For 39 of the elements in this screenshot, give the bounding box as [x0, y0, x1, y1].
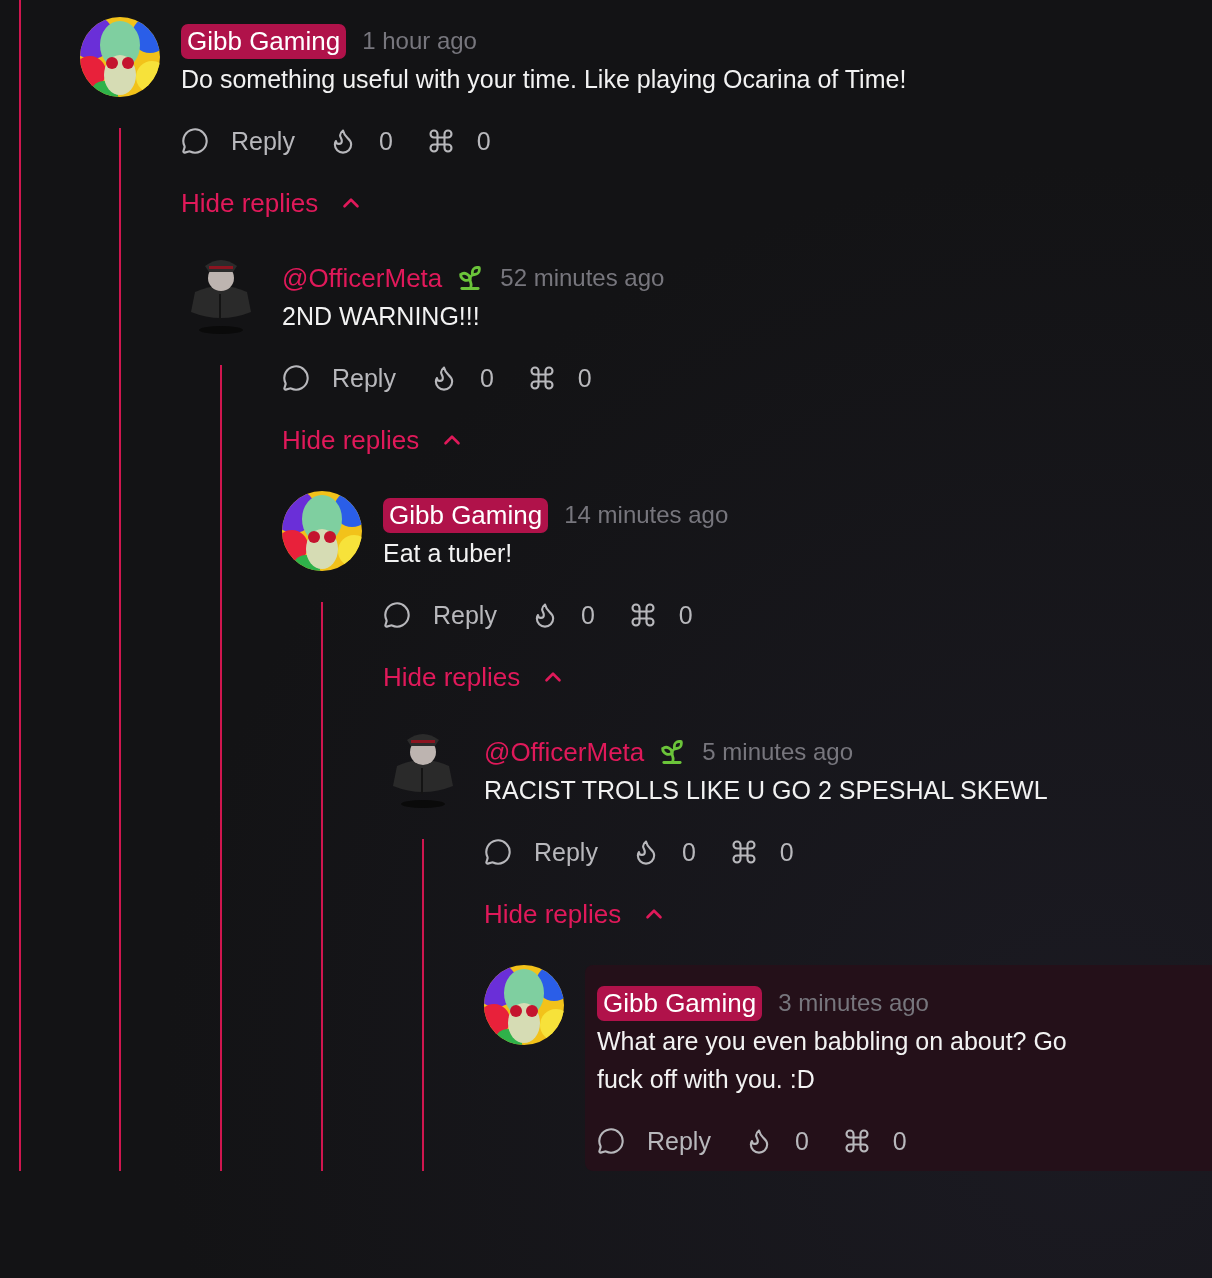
flame-count: 0 [479, 363, 494, 393]
reply-button[interactable]: Reply [484, 837, 598, 867]
speech-bubble-icon[interactable] [282, 364, 310, 392]
hide-replies-toggle[interactable]: Hide replies [484, 895, 668, 933]
comment-text: RACIST TROLLS LIKE U GO 2 SPESHAL SKEWL [484, 775, 1049, 806]
hide-replies-toggle[interactable]: Hide replies [181, 184, 365, 222]
reply-button[interactable]: Reply [282, 363, 396, 393]
author-name[interactable]: @OfficerMeta [282, 262, 443, 294]
author-name[interactable]: @OfficerMeta [484, 736, 645, 768]
command-count: 0 [577, 363, 592, 393]
comment-text: Eat a tuber! [383, 538, 514, 569]
speech-bubble-icon[interactable] [597, 1127, 625, 1155]
author-badge[interactable]: Gibb Gaming [181, 23, 347, 59]
command-count: 0 [779, 837, 794, 867]
comment-time: 5 minutes ago [702, 738, 854, 766]
flame-count: 0 [580, 600, 595, 630]
flame-count: 0 [378, 126, 393, 156]
speech-bubble-icon[interactable] [181, 127, 209, 155]
comment-time: 3 minutes ago [778, 989, 929, 1017]
comment-text: Do something useful with your time. Like playing Ocarina of Time! [181, 64, 908, 95]
speech-bubble-icon[interactable] [484, 838, 512, 866]
hide-replies-toggle[interactable]: Hide replies [383, 658, 567, 696]
hide-replies-toggle[interactable]: Hide replies [282, 421, 466, 459]
comment-time: 1 hour ago [362, 27, 477, 55]
comment-text: 2ND WARNING!!! [282, 301, 481, 332]
comment-time: 52 minutes ago [500, 264, 665, 292]
reply-button[interactable]: Reply [181, 126, 295, 156]
comment-time: 14 minutes ago [564, 501, 729, 529]
comment-text: What are you even babbling on about? Go fuck off with you. :D [597, 1026, 1068, 1095]
reply-button[interactable]: Reply [597, 1126, 711, 1156]
flame-count: 0 [794, 1126, 809, 1156]
author-badge[interactable]: Gibb Gaming [597, 985, 763, 1021]
command-count: 0 [892, 1126, 907, 1156]
reply-button[interactable]: Reply [383, 600, 497, 630]
command-count: 0 [476, 126, 491, 156]
flame-count: 0 [681, 837, 696, 867]
speech-bubble-icon[interactable] [383, 601, 411, 629]
command-count: 0 [678, 600, 693, 630]
author-badge[interactable]: Gibb Gaming [383, 497, 549, 533]
